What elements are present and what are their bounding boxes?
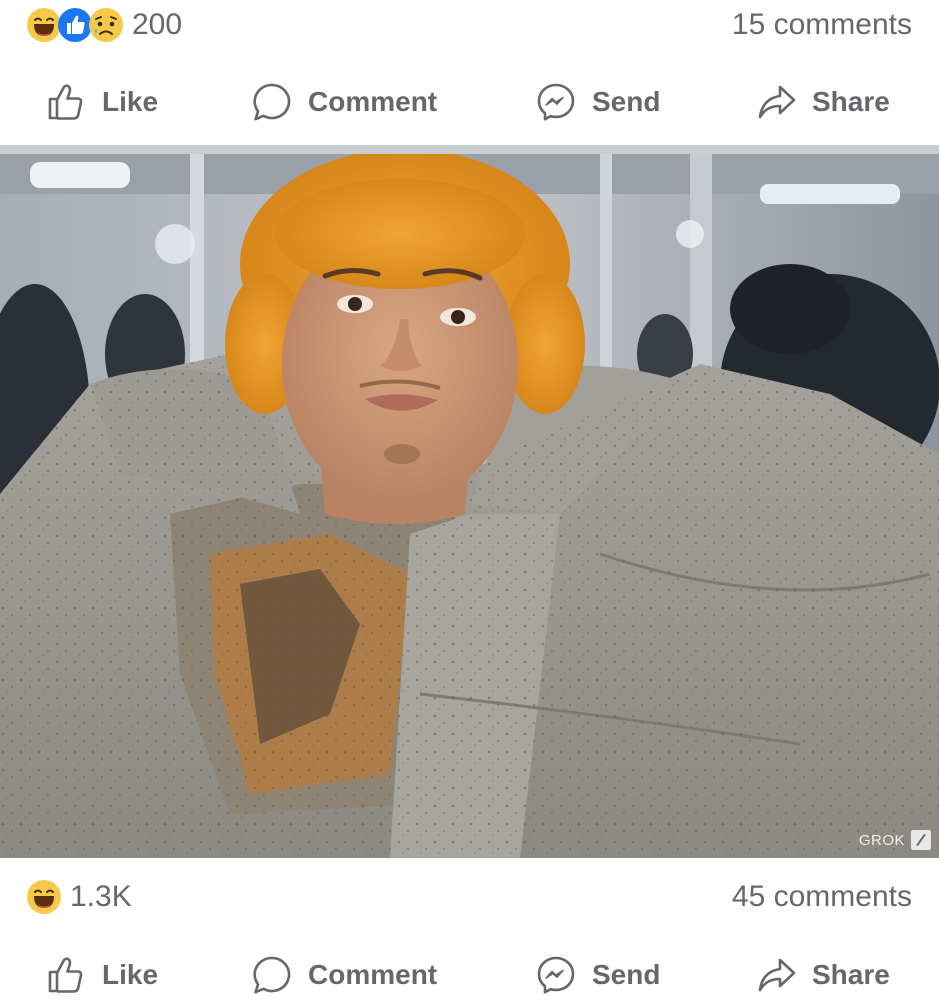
- post-photo[interactable]: GROK: [0, 154, 939, 858]
- comment-label: Comment: [308, 86, 438, 117]
- comment-button-2[interactable]: Comment: [250, 945, 437, 1005]
- haha-reaction-icon: [26, 879, 62, 915]
- messenger-icon: [534, 953, 578, 997]
- reaction-count: 200: [132, 8, 183, 41]
- reaction-icons-2: [26, 879, 62, 915]
- like-label: Like: [102, 86, 159, 117]
- share-arrow-icon: [754, 953, 798, 997]
- share-label-2: Share: [812, 959, 890, 990]
- share-button-2[interactable]: Share: [754, 945, 890, 1005]
- send-button[interactable]: Send: [534, 72, 660, 132]
- send-label: Send: [592, 86, 661, 117]
- messenger-icon: [534, 80, 578, 124]
- reactions-summary[interactable]: 200: [26, 7, 182, 43]
- comment-bubble-icon: [250, 80, 294, 124]
- like-label-2: Like: [102, 959, 159, 990]
- comments-count-link-2[interactable]: 45 comments: [732, 880, 912, 914]
- send-button-2[interactable]: Send: [534, 945, 660, 1005]
- like-button-2[interactable]: Like: [44, 945, 158, 1005]
- edit-icon: [911, 830, 931, 850]
- watermark-label: GROK: [858, 831, 905, 849]
- post-divider: [0, 145, 939, 154]
- like-button[interactable]: Like: [44, 72, 158, 132]
- reactions-summary-2[interactable]: 1.3K: [26, 879, 132, 915]
- reaction-count-2: 1.3K: [70, 880, 132, 913]
- comment-label-2: Comment: [308, 959, 438, 990]
- subway-portrait-illustration: [0, 154, 939, 858]
- post-action-bar-2: Like Comment Send Share: [0, 945, 939, 1005]
- send-label-2: Send: [592, 959, 661, 990]
- thumbs-up-icon: [44, 953, 88, 997]
- reaction-summary-bar: 200 15 comments: [0, 0, 939, 50]
- share-arrow-icon: [754, 80, 798, 124]
- sad-reaction-icon: [88, 7, 124, 43]
- comments-count-link[interactable]: 15 comments: [732, 8, 912, 42]
- thumbs-up-icon: [44, 80, 88, 124]
- reaction-icons: [26, 7, 124, 43]
- post-action-bar: Like Comment Send Share: [0, 72, 939, 132]
- share-label: Share: [812, 86, 890, 117]
- comment-bubble-icon: [250, 953, 294, 997]
- share-button[interactable]: Share: [754, 72, 890, 132]
- reaction-summary-bar-2: 1.3K 45 comments: [0, 872, 939, 922]
- watermark: GROK: [859, 830, 931, 850]
- comment-button[interactable]: Comment: [250, 72, 437, 132]
